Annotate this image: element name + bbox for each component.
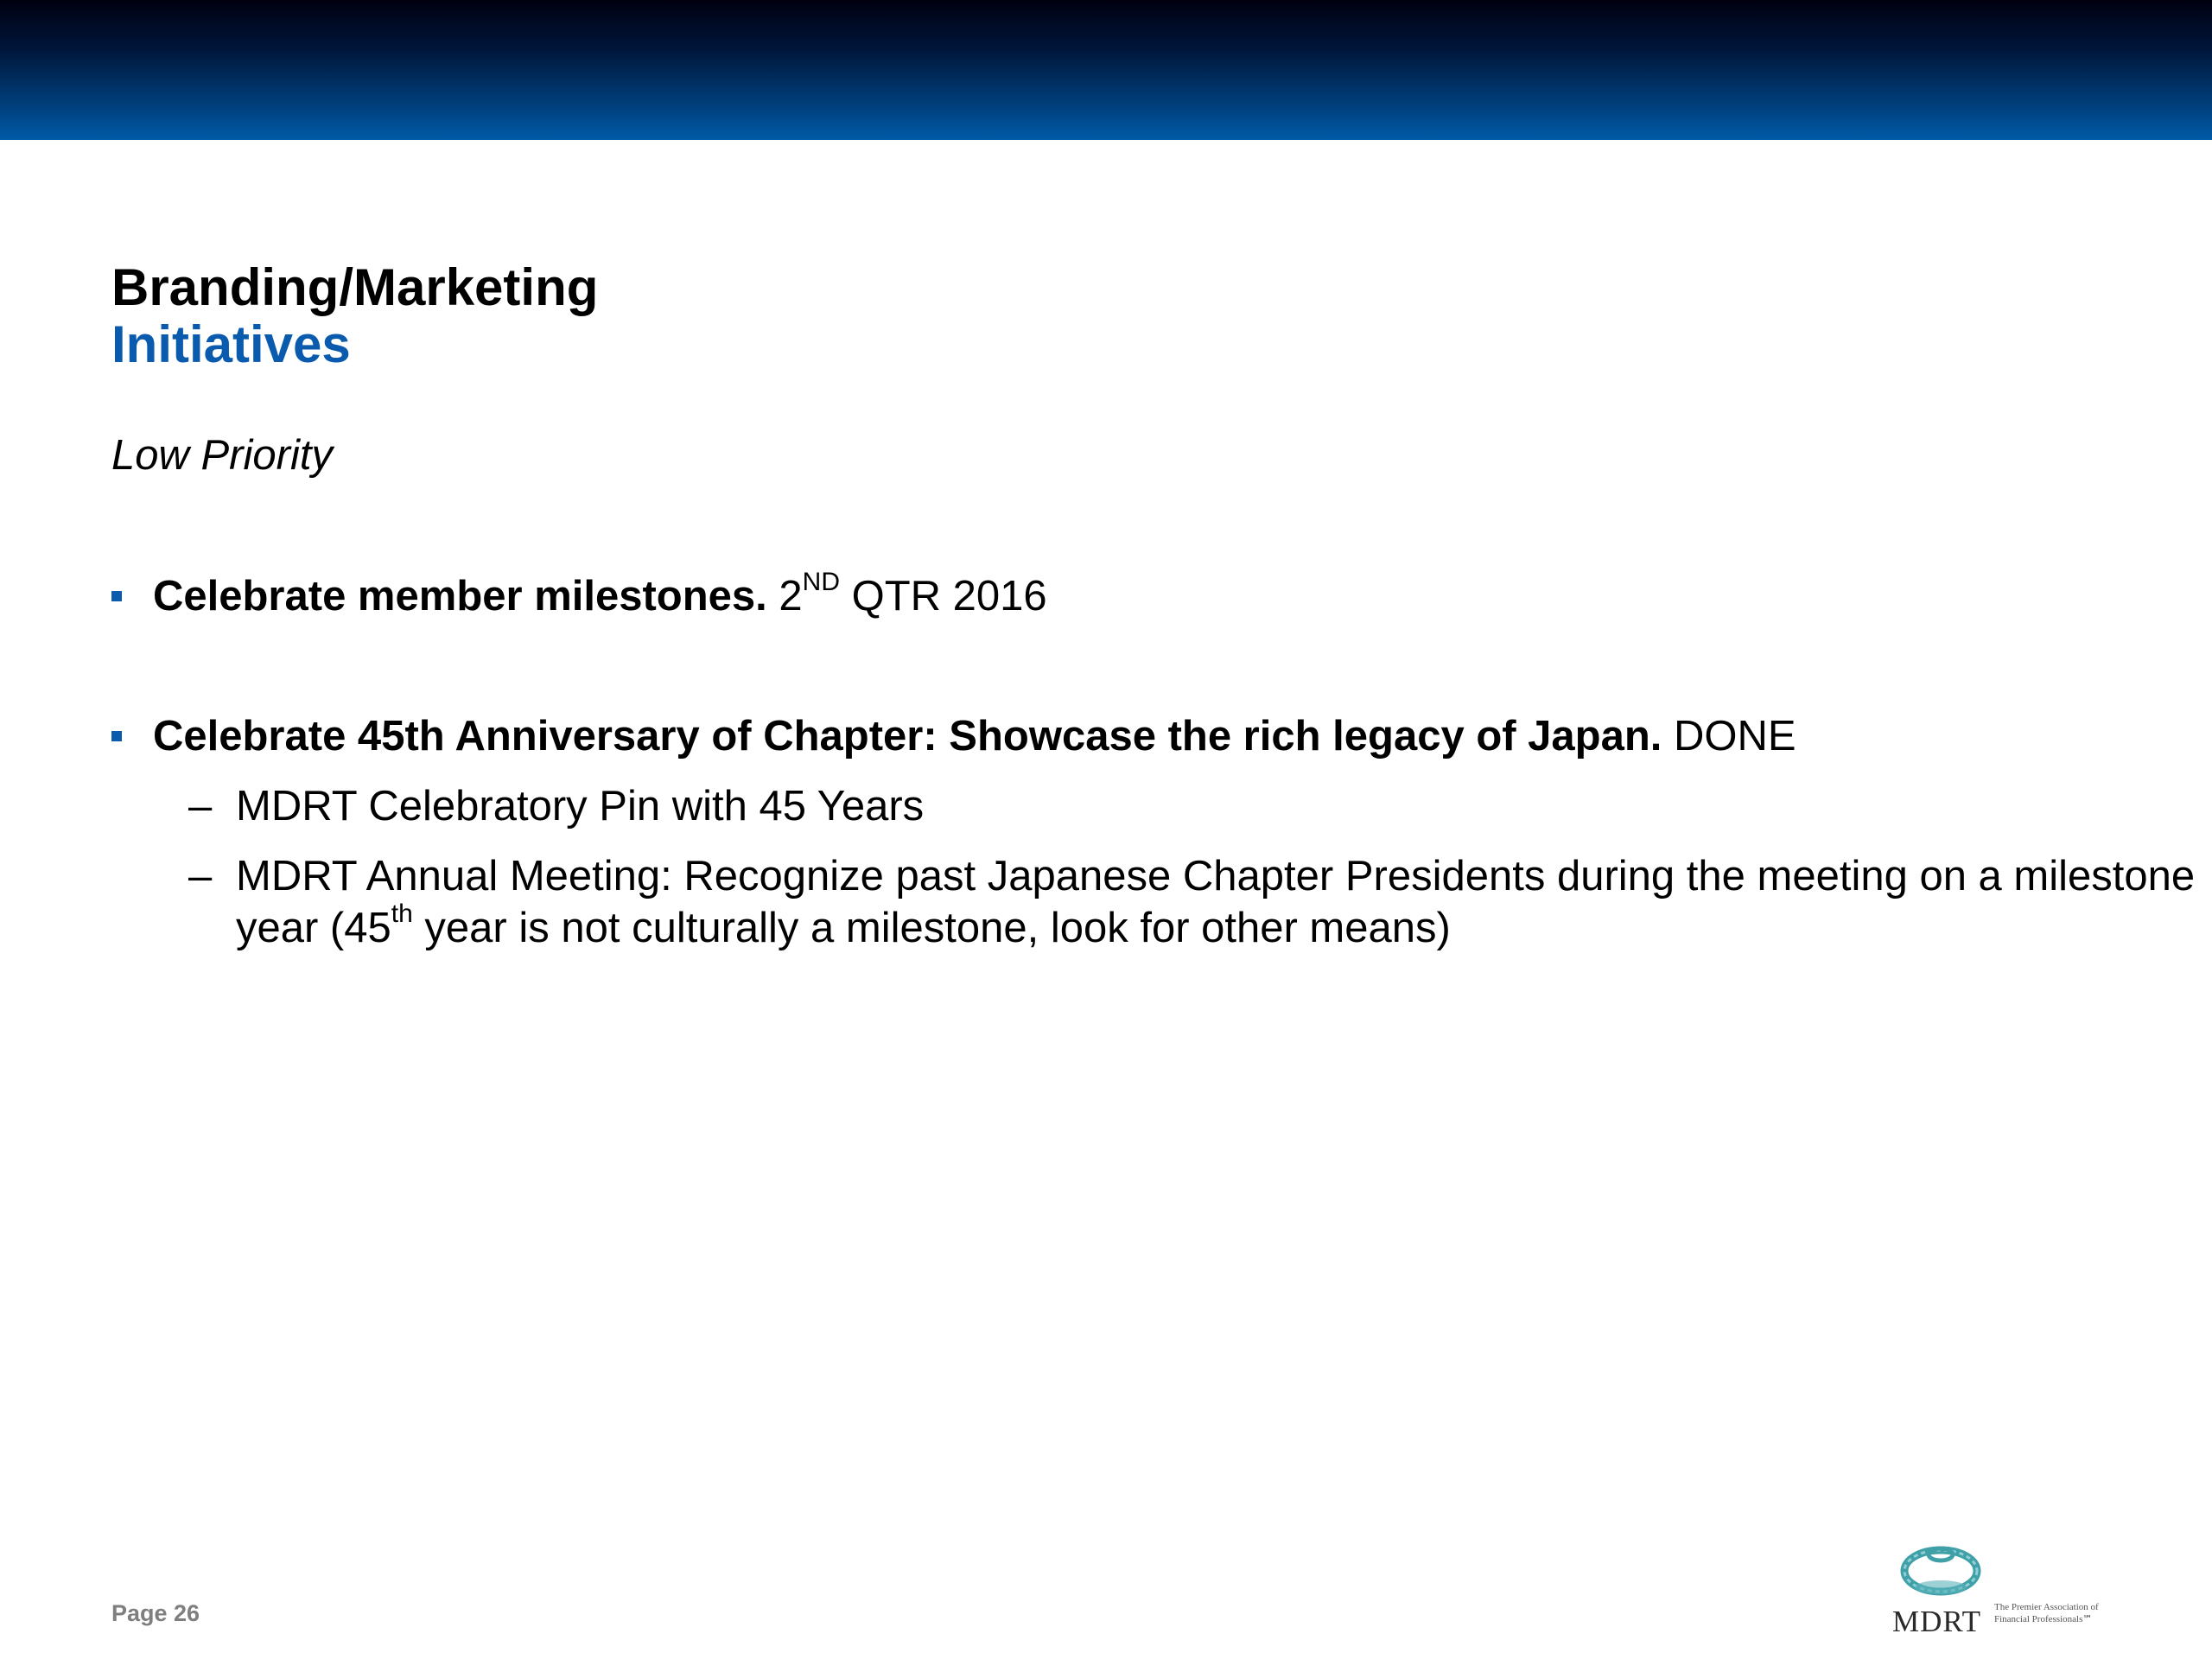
title-line-1: Branding/Marketing (111, 258, 599, 316)
bullet-rest: DONE (1662, 713, 1796, 760)
logo-text: MDRT (1892, 1605, 1982, 1638)
bullet-text: Celebrate member milestones. 2ND QTR 201… (153, 567, 1047, 622)
sub-item-superscript: th (391, 899, 413, 928)
sub-item-text: MDRT Celebratory Pin with 45 Years (236, 783, 925, 830)
logo-tagline: The Premier Association of Financial Pro… (1994, 1602, 2099, 1624)
priority-label: Low Priority (111, 432, 333, 479)
bullet-marker (111, 731, 122, 741)
bullet-marker (111, 591, 122, 601)
slide-title: Branding/Marketing Initiatives (111, 259, 598, 373)
mdrt-logo: MDRT The Premier Association of Financia… (1892, 1542, 2108, 1638)
header-band (0, 0, 2212, 140)
title-line-2: Initiatives (111, 315, 351, 373)
bullet-rest-superscript: ND (802, 567, 841, 596)
bullet-rest-prefix: 2 (766, 573, 803, 620)
bullet-rest-suffix: QTR 2016 (840, 573, 1047, 620)
dash-marker: – (188, 783, 213, 830)
bullet-text: Celebrate 45th Anniversary of Chapter: S… (153, 710, 1796, 762)
bullet-bold-text: Celebrate 45th Anniversary of Chapter: S… (153, 713, 1662, 760)
bullet-bold-text: Celebrate member milestones. (153, 573, 767, 620)
logo-ring-icon (1900, 1546, 1981, 1596)
dash-marker: – (188, 853, 213, 899)
page-number: Page 26 (111, 1600, 200, 1626)
sub-item-text: MDRT Annual Meeting: Recognize past Japa… (236, 850, 2212, 954)
sub-item-text-suffix: year is not culturally a milestone, look… (412, 905, 1451, 951)
